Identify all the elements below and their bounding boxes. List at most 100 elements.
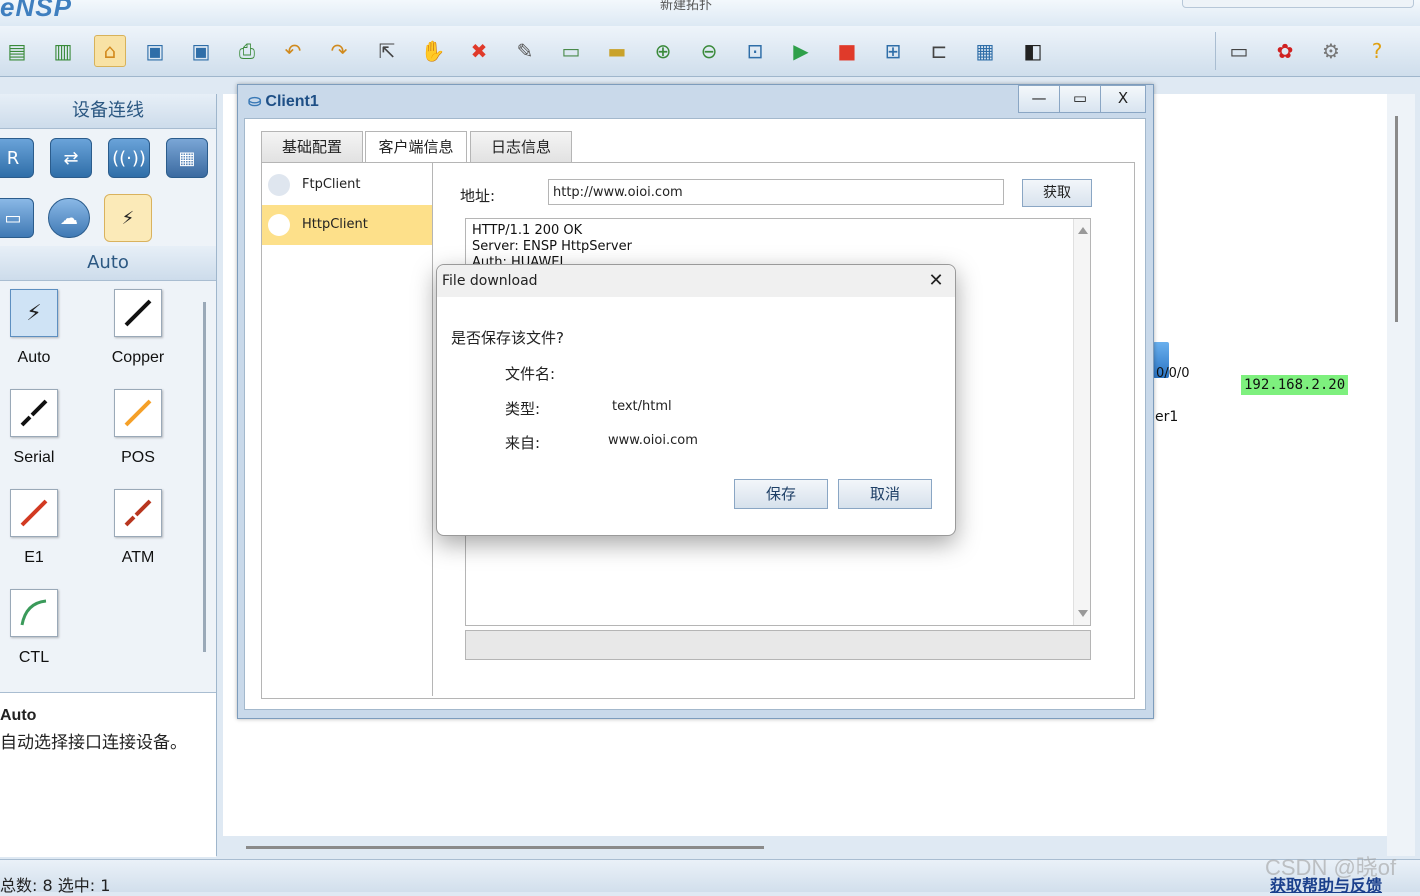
switch-category-icon[interactable]: ⇄ [50, 138, 92, 178]
stop-device-icon[interactable]: ■ [832, 36, 862, 66]
description-text: 自动选择接口连接设备。 [0, 733, 187, 753]
file-download-dialog: File download ✕ 是否保存该文件? 文件名: 类型: text/h… [436, 264, 956, 536]
description-area: Auto 自动选择接口连接设备。 [0, 692, 216, 857]
canvas-right-frame [1387, 94, 1415, 856]
scroll-down-icon[interactable] [1078, 610, 1088, 617]
side-item-ftpclient[interactable]: FtpClient [262, 165, 432, 205]
save-button[interactable]: 保存 [734, 479, 828, 509]
title-bar: eNSP 新建拓扑 [0, 0, 1420, 26]
copper-link-icon [114, 289, 162, 337]
conn-e1[interactable]: E1 [0, 489, 74, 567]
scroll-up-icon[interactable] [1078, 227, 1088, 234]
toolbar-separator [1215, 32, 1216, 70]
http-client-icon [268, 214, 290, 236]
grid-icon[interactable]: ▦ [970, 36, 1000, 66]
close-icon[interactable]: ✕ [923, 268, 949, 294]
description-title: Auto [0, 707, 37, 724]
minimize-button[interactable]: — [1018, 85, 1060, 113]
app-logo: eNSP [0, 0, 72, 22]
side-item-httpclient[interactable]: HttpClient [262, 205, 432, 245]
new-topology-icon[interactable]: ▤ [2, 36, 32, 66]
device-panel: 设备连线 R ⇄ ((·)) ▦ ▭ ☁ ⚡ Auto ⚡ Auto Coppe… [0, 94, 217, 857]
tab-basic-config[interactable]: 基础配置 [261, 131, 363, 162]
conn-label: E1 [24, 549, 44, 566]
connection-category-icon[interactable]: ⚡ [104, 194, 152, 242]
conn-atm[interactable]: ATM [98, 489, 178, 567]
hand-drag-icon[interactable]: ✋ [418, 36, 448, 66]
open-icon[interactable]: ⌂ [94, 35, 126, 67]
from-label: 来自: [505, 434, 541, 452]
devices-header: 设备连线 [0, 94, 216, 129]
zoom-out-icon[interactable]: ⊖ [694, 36, 724, 66]
conn-serial[interactable]: Serial [0, 389, 74, 467]
terminal-icon[interactable]: ◧ [1018, 36, 1048, 66]
message-icon[interactable]: ▭ [1224, 36, 1254, 66]
conn-ctl[interactable]: CTL [0, 589, 74, 667]
save-as-icon[interactable]: ▣ [186, 36, 216, 66]
huawei-logo-icon[interactable]: ✿ [1270, 36, 1300, 66]
text-note-icon[interactable]: ▭ [556, 36, 586, 66]
delete-icon[interactable]: ✖ [464, 36, 494, 66]
conn-pos[interactable]: POS [98, 389, 178, 467]
save-icon[interactable]: ▣ [140, 36, 170, 66]
ctl-link-icon [10, 589, 58, 637]
new-lab-icon[interactable]: ▥ [48, 36, 78, 66]
pos-link-icon [114, 389, 162, 437]
from-value: www.oioi.com [608, 433, 698, 448]
cancel-button[interactable]: 取消 [838, 479, 932, 509]
ftp-client-icon [268, 174, 290, 196]
project-title: 新建拓扑 [660, 0, 713, 13]
redo-icon[interactable]: ↷ [324, 36, 354, 66]
conn-label: ATM [121, 549, 155, 566]
response-scrollbar[interactable] [1073, 219, 1090, 625]
connection-list: ⚡ Auto Copper Serial POS E1 ATM CTL [0, 284, 200, 669]
conn-auto[interactable]: ⚡ Auto [0, 289, 74, 367]
firewall-category-icon[interactable]: ▦ [166, 138, 208, 178]
conn-label: Serial [13, 449, 55, 466]
tab-client-info[interactable]: 客户端信息 [365, 131, 467, 162]
address-label: 地址: [460, 187, 496, 205]
maximize-button[interactable]: ▭ [1059, 85, 1101, 113]
undo-icon[interactable]: ↶ [278, 36, 308, 66]
zoom-in-icon[interactable]: ⊕ [648, 36, 678, 66]
client1-title: ⛀ Client1 [248, 91, 319, 111]
dialog-question: 是否保存该文件? [451, 329, 564, 347]
fit-view-icon[interactable]: ⊡ [740, 36, 770, 66]
rectangle-icon[interactable]: ▬ [602, 36, 632, 66]
fetch-button[interactable]: 获取 [1022, 179, 1092, 207]
select-pointer-icon[interactable]: ⇱ [372, 36, 402, 66]
settings-gear-icon[interactable]: ⚙ [1316, 36, 1346, 66]
help-icon[interactable]: ? [1362, 36, 1392, 66]
start-device-icon[interactable]: ▶ [786, 36, 816, 66]
close-button[interactable]: X [1100, 85, 1146, 113]
client-type-list: FtpClient HttpClient [262, 163, 433, 696]
window-controls[interactable] [1182, 0, 1414, 8]
port-label: 0/0/0 [1156, 366, 1190, 381]
side-item-label: FtpClient [302, 177, 361, 192]
topology-icon[interactable]: ⊏ [924, 36, 954, 66]
client1-title-text: Client1 [265, 93, 319, 110]
connection-header: Auto [0, 246, 216, 281]
serial-link-icon [10, 389, 58, 437]
type-label: 类型: [505, 400, 541, 418]
tab-log-info[interactable]: 日志信息 [470, 131, 572, 162]
edge-marker [1411, 40, 1420, 80]
canvas-horizontal-scrollbar[interactable] [246, 846, 764, 849]
ip-address-label[interactable]: 192.168.2.20 [1241, 375, 1349, 395]
conn-copper[interactable]: Copper [98, 289, 178, 367]
wireless-category-icon[interactable]: ((·)) [108, 138, 150, 178]
conn-label: Auto [17, 349, 51, 366]
print-icon[interactable]: ⎙ [232, 36, 262, 66]
canvas-vertical-scrollbar[interactable] [1395, 116, 1398, 322]
watermark: CSDN @晓of [1265, 855, 1397, 880]
capture-icon[interactable]: ⊞ [878, 36, 908, 66]
response-status-bar [465, 630, 1091, 660]
status-bar: 总数: 8 选中: 1 获取帮助与反馈 [0, 859, 1420, 895]
cloud-category-icon[interactable]: ☁ [48, 198, 90, 238]
pc-category-icon[interactable]: ▭ [0, 198, 34, 238]
connection-scrollbar[interactable] [203, 302, 206, 652]
address-input[interactable]: http://www.oioi.com [548, 179, 1004, 205]
router-category-icon[interactable]: R [0, 138, 34, 178]
delete-link-icon[interactable]: ✎ [510, 36, 540, 66]
response-line: Server: ENSP HttpServer [472, 239, 632, 254]
